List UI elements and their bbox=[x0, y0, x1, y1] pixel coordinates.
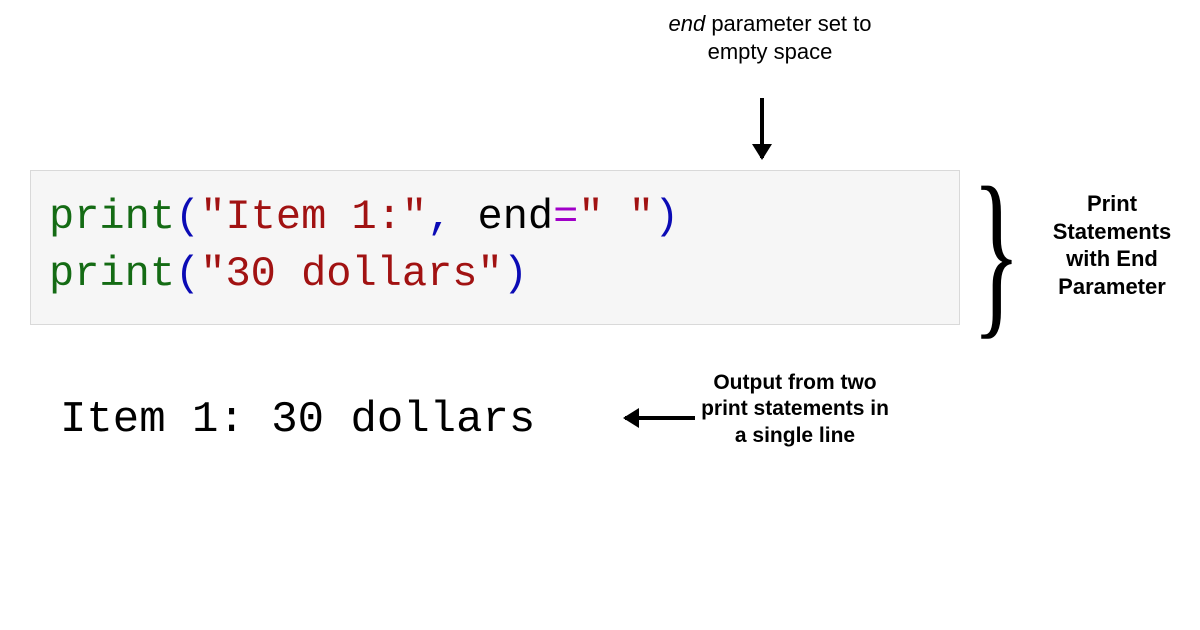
annotation-output: Output from two print statements in a si… bbox=[700, 370, 890, 449]
curly-brace-icon: } bbox=[972, 160, 1021, 345]
code-line-2: print("30 dollars") bbox=[49, 250, 528, 298]
token-equals: = bbox=[553, 193, 578, 241]
token-open-paren: ( bbox=[175, 193, 200, 241]
annotation-print-statements: Print Statements with End Parameter bbox=[1032, 190, 1192, 300]
annotation-end-em: end bbox=[668, 11, 705, 36]
token-end-kw: end bbox=[478, 193, 554, 241]
token-print: print bbox=[49, 193, 175, 241]
token-close-paren: ) bbox=[503, 250, 528, 298]
token-string-space: " " bbox=[578, 193, 654, 241]
token-string: "30 dollars" bbox=[200, 250, 502, 298]
token-comma: , bbox=[427, 193, 477, 241]
code-block: print("Item 1:", end=" ") print("30 doll… bbox=[30, 170, 960, 325]
token-close-paren: ) bbox=[654, 193, 679, 241]
annotation-end-rest: parameter set to empty space bbox=[705, 11, 871, 64]
annotation-end-parameter: end parameter set to empty space bbox=[640, 10, 900, 65]
arrow-left-icon bbox=[625, 416, 695, 420]
code-line-1: print("Item 1:", end=" ") bbox=[49, 193, 679, 241]
token-open-paren: ( bbox=[175, 250, 200, 298]
token-print: print bbox=[49, 250, 175, 298]
token-string: "Item 1:" bbox=[200, 193, 427, 241]
diagram-canvas: end parameter set to empty space print("… bbox=[0, 0, 1200, 630]
arrow-down-icon bbox=[760, 98, 764, 158]
output-text: Item 1: 30 dollars bbox=[60, 395, 535, 445]
